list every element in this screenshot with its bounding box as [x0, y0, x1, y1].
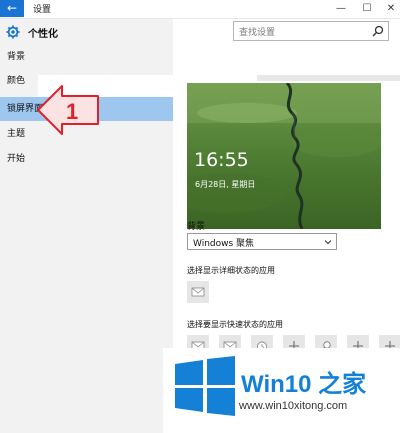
lockscreen-time: 16:55 — [194, 149, 249, 171]
page-title: 个性化 — [28, 28, 58, 40]
annotation-number: 1 — [66, 99, 78, 124]
search-placeholder: 查找设置 — [239, 28, 276, 38]
lockscreen-preview: 16:55 6月28日, 星期日 — [187, 83, 381, 229]
quick-status-label: 选择要显示快速状态的应用 — [187, 320, 283, 329]
sidebar-item-start[interactable]: 开始 — [0, 147, 173, 171]
watermark: Win10 之家 www.win10xitong.com — [163, 348, 400, 433]
sidebar-item-background[interactable]: 背景 — [0, 45, 173, 69]
back-button[interactable]: ← — [0, 0, 24, 17]
minimize-button[interactable]: — — [328, 0, 354, 17]
gear-icon — [6, 25, 20, 39]
search-input[interactable]: 查找设置 — [233, 21, 389, 41]
title-bar: ← 设置 — ☐ ✕ — [0, 0, 400, 19]
background-select-value: Windows 聚焦 — [193, 239, 255, 249]
mail-icon — [191, 287, 205, 297]
watermark-brand: Win10 之家 — [241, 371, 367, 398]
watermark-url: www.win10xitong.com — [239, 400, 348, 412]
background-select[interactable]: Windows 聚焦 — [187, 233, 337, 250]
close-button[interactable]: ✕ — [378, 0, 400, 17]
annotation-arrow: 1 — [37, 85, 99, 135]
mask-strip-right — [257, 75, 400, 81]
detail-status-app-tile[interactable] — [187, 281, 209, 303]
chevron-down-icon — [324, 240, 332, 245]
background-label: 背景 — [187, 222, 206, 232]
search-icon[interactable] — [372, 25, 384, 37]
maximize-button[interactable]: ☐ — [354, 0, 380, 17]
windows-logo-icon — [175, 356, 235, 416]
window-title: 设置 — [33, 5, 52, 15]
pane-header: 个性化 — [6, 24, 58, 40]
detail-status-label: 选择显示详细状态的应用 — [187, 266, 275, 275]
lockscreen-date: 6月28日, 星期日 — [195, 180, 256, 189]
